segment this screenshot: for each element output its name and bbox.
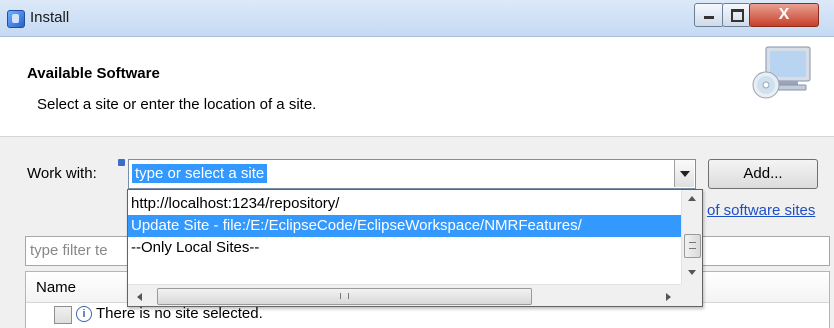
minimize-icon bbox=[704, 16, 714, 19]
horizontal-scrollbar[interactable] bbox=[128, 284, 681, 306]
title-bar: Install X bbox=[0, 0, 834, 37]
close-button[interactable]: X bbox=[749, 3, 819, 27]
work-with-combo[interactable]: type or select a site bbox=[128, 159, 696, 189]
dropdown-item[interactable]: http://localhost:1234/repository/ bbox=[128, 193, 684, 215]
work-with-label: Work with: bbox=[27, 165, 97, 182]
minimize-button[interactable] bbox=[694, 3, 724, 27]
horizontal-scroll-thumb[interactable] bbox=[157, 288, 532, 305]
maximize-icon bbox=[731, 9, 744, 22]
dropdown-item[interactable]: --Only Local Sites-- bbox=[128, 237, 684, 259]
row-text: There is no site selected. bbox=[96, 305, 263, 322]
vertical-scroll-thumb[interactable] bbox=[684, 234, 701, 258]
window-title: Install bbox=[30, 9, 70, 26]
work-with-input[interactable]: type or select a site bbox=[132, 164, 268, 183]
monitor-cd-icon bbox=[752, 46, 811, 99]
combo-dropdown-button[interactable] bbox=[674, 160, 694, 187]
available-software-sites-link[interactable]: of software sites bbox=[707, 202, 815, 219]
dropdown-item-selected[interactable]: Update Site - file:/E:/EclipseCode/Eclip… bbox=[128, 215, 684, 237]
chevron-down-icon bbox=[680, 171, 690, 177]
page-title: Available Software bbox=[27, 65, 160, 82]
scroll-left-icon[interactable] bbox=[137, 293, 142, 301]
maximize-button[interactable] bbox=[722, 3, 751, 27]
site-dropdown-list[interactable]: http://localhost:1234/repository/ Update… bbox=[127, 189, 703, 307]
wizard-header: Available Software Select a site or ente… bbox=[0, 37, 834, 137]
scroll-up-icon[interactable] bbox=[688, 196, 696, 201]
row-checkbox[interactable] bbox=[54, 306, 72, 324]
scrollbar-corner bbox=[681, 284, 702, 306]
scroll-down-icon[interactable] bbox=[688, 270, 696, 275]
vertical-scrollbar[interactable] bbox=[681, 190, 702, 284]
close-icon: X bbox=[778, 6, 790, 23]
add-button[interactable]: Add... bbox=[708, 159, 818, 189]
page-description: Select a site or enter the location of a… bbox=[37, 96, 317, 113]
info-icon: i bbox=[76, 306, 92, 322]
scroll-right-icon[interactable] bbox=[666, 293, 671, 301]
field-info-icon bbox=[118, 159, 125, 166]
eclipse-app-icon bbox=[7, 10, 25, 28]
column-header-label: Name bbox=[36, 279, 77, 296]
filter-placeholder: type filter te bbox=[30, 242, 108, 259]
